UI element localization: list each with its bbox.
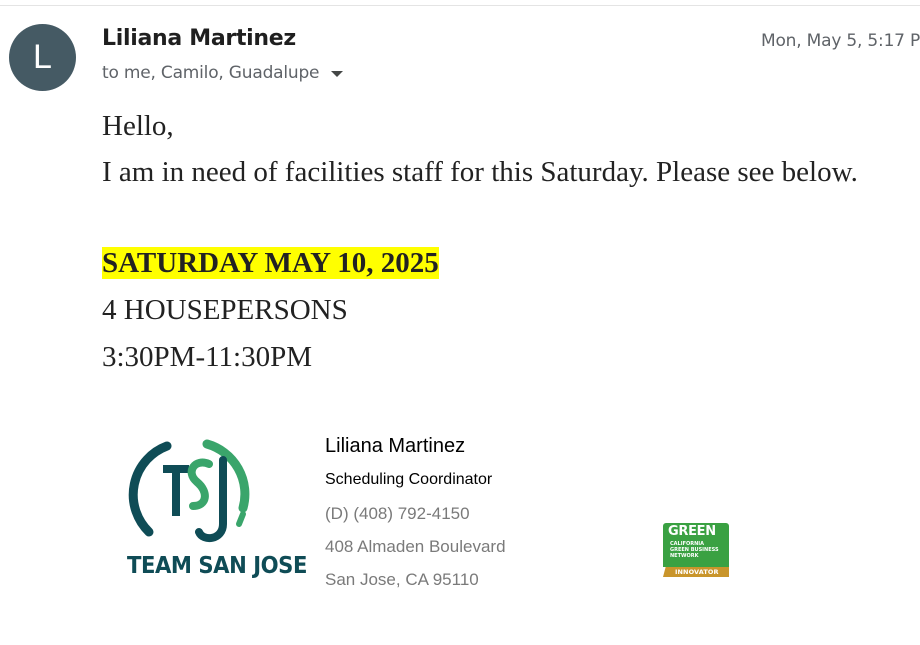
badge-green-panel: GREEN CALIFORNIA GREEN BUSINESS NETWORK (663, 523, 729, 567)
email-timestamp: Mon, May 5, 5:17 P (761, 31, 920, 51)
message-request: I am in need of facilities staff for thi… (102, 156, 858, 188)
badge-ribbon-text: INNOVATOR (675, 568, 719, 576)
badge-word: GREEN (668, 524, 716, 539)
chevron-down-icon[interactable] (331, 71, 344, 77)
signature-name: Liliana Martinez (325, 435, 466, 457)
recipients-text: to me, Camilo, Guadalupe (102, 63, 320, 83)
sender-name[interactable]: Liliana Martinez (102, 26, 296, 51)
avatar-letter: L (33, 38, 52, 76)
signature-address-line2: San Jose, CA 95110 (325, 570, 479, 589)
message-shift-time: 3:30PM-11:30PM (102, 341, 313, 373)
signature-phone[interactable]: (D) (408) 792-4150 (325, 504, 470, 524)
avatar[interactable]: L (9, 24, 76, 91)
badge-ribbon: INNOVATOR (663, 567, 729, 577)
recipients-toggle[interactable]: to me, Camilo, Guadalupe (102, 63, 344, 83)
badge-line3: NETWORK (670, 553, 699, 559)
message-date: SATURDAY MAY 10, 2025 (102, 247, 439, 280)
divider (0, 0, 920, 6)
message-staff-count: 4 HOUSEPERSONS (102, 294, 348, 326)
message-greeting: Hello, (102, 110, 174, 142)
signature-title: Scheduling Coordinator (325, 471, 493, 488)
signature-address-line1: 408 Almaden Boulevard (325, 537, 506, 556)
email-view: L Liliana Martinez Mon, May 5, 5:17 P to… (0, 0, 920, 645)
highlighted-date: SATURDAY MAY 10, 2025 (102, 247, 439, 279)
green-business-badge: GREEN CALIFORNIA GREEN BUSINESS NETWORK … (663, 523, 730, 578)
logo-wordmark: TEAM SAN JOSE (127, 553, 307, 579)
